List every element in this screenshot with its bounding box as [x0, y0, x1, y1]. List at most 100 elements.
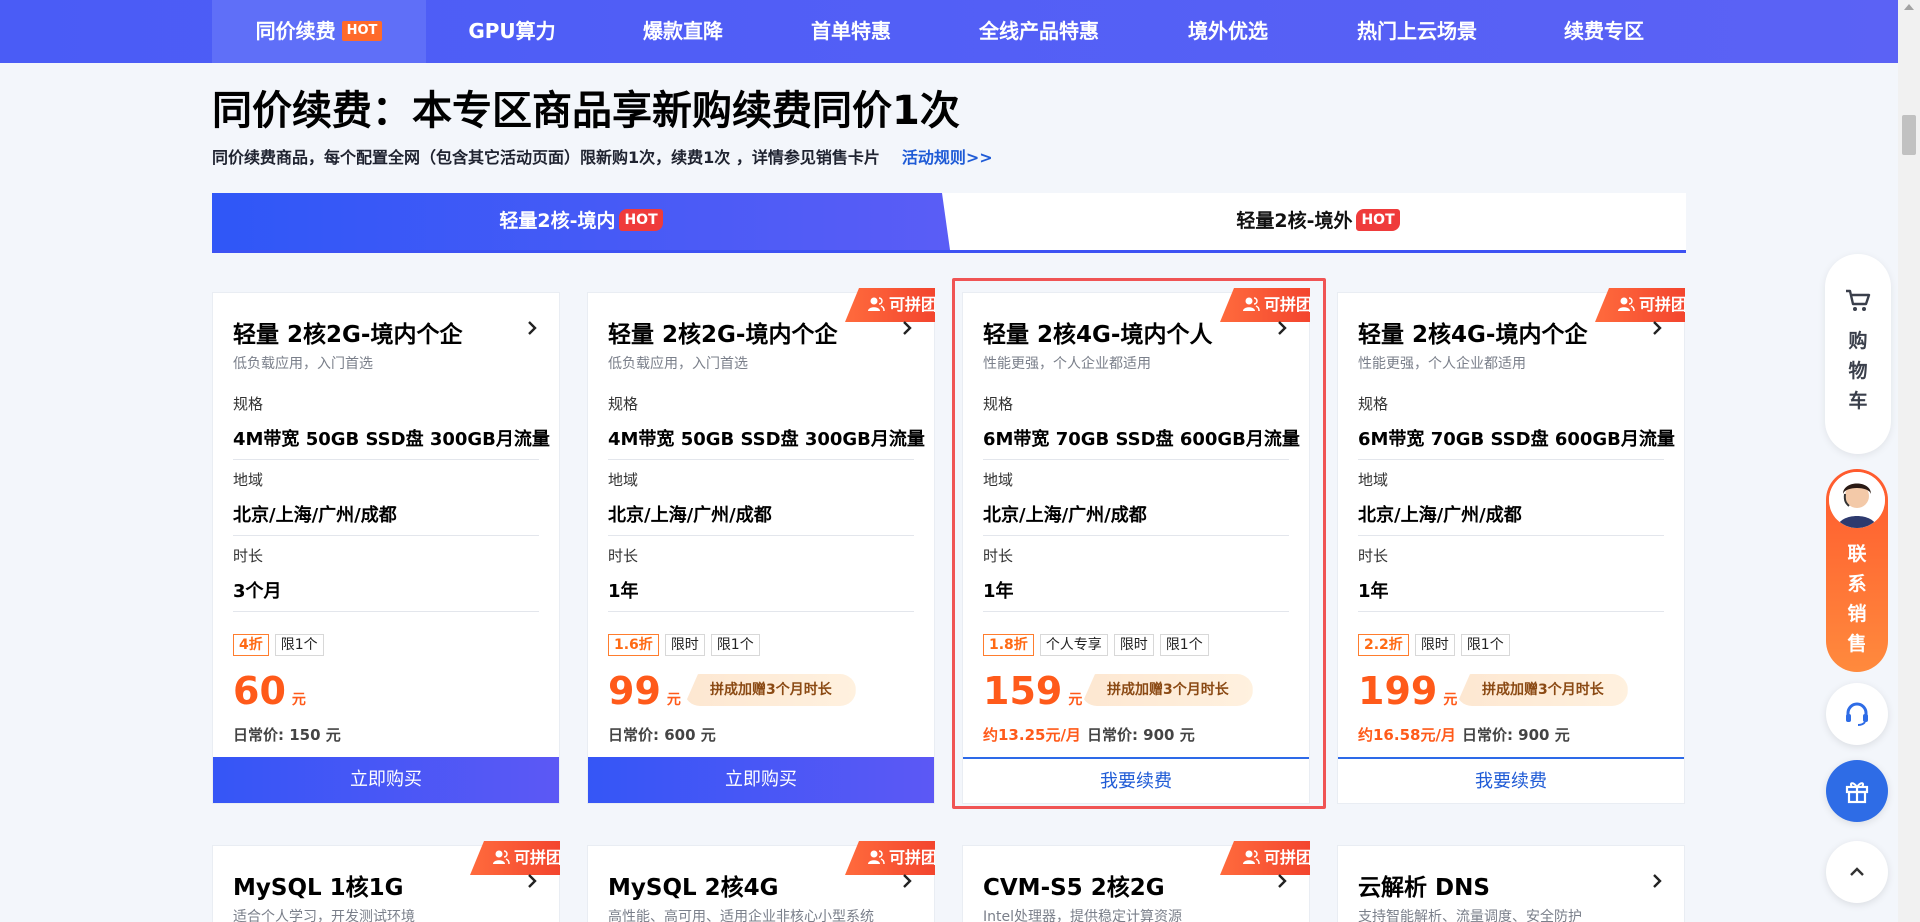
daily-price-value: 900 元 — [1143, 726, 1195, 744]
scrollbar[interactable] — [1898, 0, 1920, 922]
chevron-right-icon[interactable] — [1275, 872, 1289, 890]
product-card: 轻量 2核2G-境内个企 低负载应用，入门首选 规格 4M带宽 50GB SSD… — [212, 292, 560, 804]
chevron-right-icon[interactable] — [900, 872, 914, 890]
time-limit-tag: 限时 — [664, 634, 705, 656]
contact-sales-button[interactable]: 联系销售 — [1826, 469, 1888, 672]
nav-item-label: 热门上云场景 — [1357, 19, 1477, 43]
chevron-right-icon[interactable] — [900, 319, 914, 337]
product-subtitle: 低负载应用，入门首选 — [608, 356, 748, 372]
tag-list: 4折 限1个 — [233, 634, 330, 656]
price-unit: 元 — [1443, 692, 1458, 708]
product-subtitle: 性能更强，个人企业都适用 — [1358, 356, 1526, 372]
buy-now-button[interactable]: 立即购买 — [213, 757, 559, 803]
chevron-right-icon[interactable] — [525, 872, 539, 890]
divider — [608, 611, 914, 612]
product-subtitle: 性能更强，个人企业都适用 — [983, 356, 1151, 372]
buy-now-button[interactable]: 立即购买 — [588, 757, 934, 803]
chevron-right-icon[interactable] — [1650, 319, 1664, 337]
divider — [983, 611, 1289, 612]
price-value: 60 — [233, 669, 286, 713]
duration-value: 1年 — [608, 581, 639, 602]
daily-price-value: 150 元 — [289, 726, 341, 744]
divider — [608, 535, 914, 536]
price-unit: 元 — [666, 692, 681, 708]
cart-button[interactable]: 购物车 — [1825, 254, 1891, 454]
price-value: 159 — [983, 669, 1063, 713]
daily-price: 约16.58元/月 日常价: 900 元 — [1358, 724, 1570, 745]
customer-service-button[interactable] — [1826, 683, 1888, 745]
price: 99 元 — [608, 669, 681, 713]
hot-badge: HOT — [1356, 208, 1400, 231]
bonus-badge: 拼成加赠3个月时长 — [1456, 674, 1628, 706]
user-group-icon — [868, 850, 885, 865]
user-group-icon — [1243, 297, 1260, 312]
nav-item-first-order[interactable]: 首单特惠 — [768, 0, 934, 63]
tab-overseas[interactable]: 轻量2核-境外 HOT — [950, 193, 1686, 250]
personal-only-tag: 个人专享 — [1039, 634, 1108, 656]
nav-item-all-products[interactable]: 全线产品特惠 — [934, 0, 1144, 63]
tag-list: 1.8折 个人专享 限时 限1个 — [983, 634, 1215, 656]
sales-avatar — [1829, 472, 1885, 528]
renew-button[interactable]: 我要续费 — [963, 757, 1309, 803]
group-buy-badge: 可拼团 — [1595, 288, 1685, 322]
discount-tag: 1.6折 — [608, 634, 659, 656]
nav-item-renewal-zone[interactable]: 续费专区 — [1522, 0, 1686, 63]
bonus-badge: 拼成加赠3个月时长 — [684, 674, 856, 706]
spec-value: 4M带宽 50GB SSD盘 300GB月流量 — [608, 429, 925, 450]
group-buy-badge: 可拼团 — [1220, 841, 1310, 875]
price: 159 元 — [983, 669, 1082, 713]
duration-label: 时长 — [608, 547, 639, 565]
nav-item-cloud-scenes[interactable]: 热门上云场景 — [1312, 0, 1522, 63]
contact-sales-label: 联系销售 — [1847, 543, 1867, 655]
scrollbar-thumb[interactable] — [1902, 115, 1916, 155]
chevron-right-icon[interactable] — [1275, 319, 1289, 337]
product-subtitle: Intel处理器，提供稳定计算资源 — [983, 909, 1182, 922]
group-buy-label: 可拼团 — [889, 295, 938, 314]
product-title: 云解析 DNS — [1358, 875, 1490, 901]
duration-value: 1年 — [1358, 581, 1389, 602]
spec-label: 规格 — [608, 395, 639, 413]
gift-button[interactable] — [1826, 760, 1888, 822]
nav-item-hot-deals[interactable]: 爆款直降 — [598, 0, 768, 63]
nav-item-label: 全线产品特惠 — [979, 19, 1099, 43]
group-buy-label: 可拼团 — [514, 848, 563, 867]
price: 199 元 — [1358, 669, 1457, 713]
nav-item-label: 首单特惠 — [811, 19, 891, 43]
product-card: 可拼团 CVM-S5 2核2G Intel处理器，提供稳定计算资源 — [962, 841, 1310, 922]
group-buy-label: 可拼团 — [1264, 295, 1313, 314]
monthly-price: 约16.58元/月 — [1358, 726, 1456, 744]
hot-badge: HOT — [619, 208, 663, 231]
time-limit-tag: 限时 — [1113, 634, 1154, 656]
divider — [983, 535, 1289, 536]
nav-item-label: GPU算力 — [468, 19, 556, 43]
tab-domestic[interactable]: 轻量2核-境内 HOT — [212, 193, 950, 250]
bonus-badge: 拼成加赠3个月时长 — [1081, 674, 1253, 706]
tag-list: 2.2折 限时 限1个 — [1358, 634, 1516, 656]
region-value: 北京/上海/广州/成都 — [233, 505, 397, 526]
region-label: 地域 — [1358, 471, 1389, 489]
region-value: 北京/上海/广州/成都 — [983, 505, 1147, 526]
renew-button[interactable]: 我要续费 — [1338, 757, 1684, 803]
top-nav: 同价续费 HOT GPU算力 爆款直降 首单特惠 全线产品特惠 境外优选 热门上云… — [0, 0, 1898, 63]
back-to-top-button[interactable] — [1826, 841, 1888, 903]
nav-item-overseas[interactable]: 境外优选 — [1144, 0, 1312, 63]
spec-value: 6M带宽 70GB SSD盘 600GB月流量 — [983, 429, 1300, 450]
divider — [233, 459, 539, 460]
headset-icon — [1846, 702, 1868, 726]
chevron-right-icon[interactable] — [525, 319, 539, 337]
chevron-right-icon[interactable] — [1650, 872, 1664, 890]
scroll-up-arrow-icon[interactable] — [1904, 4, 1914, 10]
page-description: 同价续费商品，每个配置全网（包含其它活动页面）限新购1次，续费1次 ，详情参见销… — [212, 144, 993, 168]
avatar-icon — [1829, 472, 1885, 528]
rules-link[interactable]: 活动规则>> — [902, 148, 993, 167]
group-buy-label: 可拼团 — [1639, 295, 1688, 314]
limit-tag: 限1个 — [1159, 634, 1209, 656]
nav-item-gpu[interactable]: GPU算力 — [426, 0, 598, 63]
time-limit-tag: 限时 — [1414, 634, 1455, 656]
product-subtitle: 适合个人学习，开发测试环境 — [233, 909, 415, 922]
price-value: 99 — [608, 669, 661, 713]
nav-item-same-price-renewal[interactable]: 同价续费 HOT — [212, 0, 426, 63]
user-group-icon — [1243, 850, 1260, 865]
group-buy-label: 可拼团 — [889, 848, 938, 867]
divider — [233, 611, 539, 612]
